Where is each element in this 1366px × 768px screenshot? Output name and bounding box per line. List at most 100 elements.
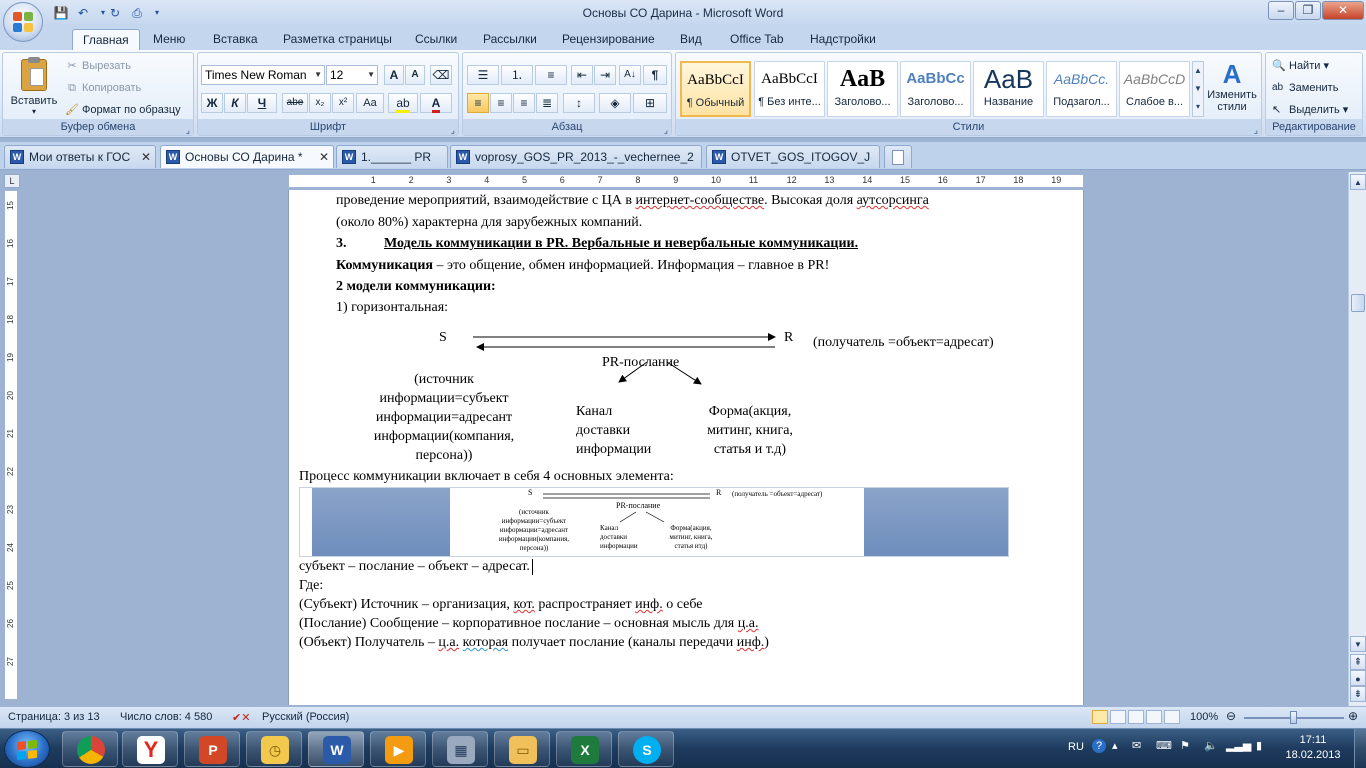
style-normal[interactable]: AaBbCcI ¶ Обычный bbox=[680, 61, 751, 117]
tab-page-layout[interactable]: Разметка страницы bbox=[273, 29, 402, 50]
dialog-launcher-icon[interactable]: ⌟ bbox=[1254, 122, 1258, 138]
style-heading-1[interactable]: AaB Заголово... bbox=[827, 61, 898, 117]
outline-view-icon[interactable] bbox=[1146, 710, 1162, 724]
copy-button[interactable]: ⧉ Копировать bbox=[65, 81, 141, 95]
font-color-button[interactable]: A bbox=[420, 93, 452, 113]
close-icon[interactable]: ✕ bbox=[141, 146, 151, 168]
taskbar-calculator[interactable]: ▦ bbox=[432, 731, 488, 767]
grow-font-button[interactable]: A bbox=[384, 65, 404, 85]
start-button[interactable] bbox=[4, 730, 50, 768]
taskbar-word[interactable]: W bbox=[308, 731, 364, 767]
shading-icon[interactable]: ◈ bbox=[599, 93, 631, 113]
strikethrough-button[interactable]: abe bbox=[282, 93, 308, 113]
subscript-button[interactable]: x₂ bbox=[309, 93, 331, 113]
close-icon[interactable]: ✕ bbox=[319, 146, 329, 168]
tab-home[interactable]: Главная bbox=[72, 29, 140, 50]
doc-tab[interactable]: Wvoprosy_GOS_PR_2013_-_vechernee_2 bbox=[450, 145, 702, 168]
network-signal-icon[interactable]: ▂▃▅ bbox=[1226, 739, 1251, 752]
vertical-scrollbar[interactable]: ▲ ▼ ⇞ ● ⇟ bbox=[1348, 172, 1366, 706]
dialog-launcher-icon[interactable]: ⌟ bbox=[186, 122, 190, 138]
taskbar-explorer[interactable]: ▭ bbox=[494, 731, 550, 767]
taskbar-outlook[interactable]: ◷ bbox=[246, 731, 302, 767]
italic-button[interactable]: К bbox=[224, 93, 246, 113]
taskbar-yandex[interactable]: Y bbox=[122, 731, 178, 767]
tab-view[interactable]: Вид bbox=[670, 29, 712, 50]
select-button[interactable]: ↖ Выделить ▾ bbox=[1272, 103, 1348, 117]
superscript-button[interactable]: x² bbox=[332, 93, 354, 113]
volume-icon[interactable]: 🔈 bbox=[1204, 739, 1218, 752]
bold-button[interactable]: Ж bbox=[201, 93, 223, 113]
zoom-in-icon[interactable]: ⊕ bbox=[1348, 709, 1358, 723]
mail-tray-icon[interactable]: ✉ bbox=[1132, 739, 1141, 752]
justify-icon[interactable]: ≣ bbox=[536, 93, 558, 113]
shrink-font-button[interactable]: A bbox=[405, 65, 425, 85]
find-button[interactable]: 🔍 Найти ▾ bbox=[1272, 59, 1329, 73]
styles-scroll[interactable]: ▲ ▼ ▾ bbox=[1192, 61, 1204, 117]
numbering-icon[interactable]: ⒈ bbox=[501, 65, 533, 85]
dialog-launcher-icon[interactable]: ⌟ bbox=[664, 122, 668, 138]
doc-tab[interactable]: W OTVET_GOS_ITOGOV_J bbox=[706, 145, 880, 168]
replace-button[interactable]: ab Заменить bbox=[1272, 81, 1338, 95]
style-no-spacing[interactable]: AaBbCcI ¶ Без инте... bbox=[754, 61, 825, 117]
system-clock[interactable]: 17:11 18.02.2013 bbox=[1284, 733, 1342, 763]
align-left-icon[interactable]: ≡ bbox=[467, 93, 489, 113]
taskbar-chrome[interactable] bbox=[62, 731, 118, 767]
line-spacing-icon[interactable]: ↕ bbox=[563, 93, 595, 113]
zoom-slider-thumb[interactable] bbox=[1290, 711, 1297, 724]
tab-mailings[interactable]: Рассылки bbox=[473, 29, 547, 50]
scroll-thumb[interactable] bbox=[1351, 294, 1365, 312]
increase-indent-icon[interactable]: ⇥ bbox=[594, 65, 616, 85]
tray-expand-icon[interactable]: ▴ bbox=[1112, 739, 1118, 752]
prev-page-icon[interactable]: ⇞ bbox=[1350, 654, 1366, 670]
format-painter-button[interactable]: 🖌 Формат по образцу bbox=[65, 103, 181, 117]
restore-button[interactable]: ❐ bbox=[1295, 1, 1321, 20]
vertical-ruler[interactable]: 15 16 17 18 19 20 21 22 23 24 25 26 27 bbox=[4, 190, 18, 700]
taskbar-excel[interactable]: X bbox=[556, 731, 612, 767]
style-heading-2[interactable]: AaBbCc Заголово... bbox=[900, 61, 971, 117]
tab-addins[interactable]: Надстройки bbox=[800, 29, 886, 50]
page-counter[interactable]: Страница: 3 из 13 bbox=[8, 711, 100, 723]
tab-insert[interactable]: Вставка bbox=[203, 29, 268, 50]
language-bar[interactable]: RU bbox=[1068, 741, 1084, 753]
scroll-up-icon[interactable]: ▲ bbox=[1350, 174, 1366, 190]
print-layout-view-icon[interactable] bbox=[1092, 710, 1108, 724]
style-subtitle[interactable]: AaBbCc. Подзагол... bbox=[1046, 61, 1117, 117]
web-layout-view-icon[interactable] bbox=[1128, 710, 1144, 724]
underline-button[interactable]: Ч bbox=[247, 93, 277, 113]
doc-tab[interactable]: W Мои ответы к ГОС ✕ bbox=[4, 145, 156, 168]
doc-tab[interactable]: W 1.______ PR bbox=[336, 145, 448, 168]
highlight-button[interactable]: ab bbox=[388, 93, 418, 113]
language-indicator[interactable]: Русский (Россия) bbox=[262, 711, 349, 723]
office-button[interactable] bbox=[3, 2, 43, 42]
browse-object-icon[interactable]: ● bbox=[1350, 670, 1366, 686]
sort-icon[interactable]: A↓ bbox=[619, 65, 641, 85]
borders-icon[interactable]: ⊞ bbox=[633, 93, 667, 113]
paste-button[interactable]: Вставить ▾ bbox=[9, 57, 59, 119]
next-page-icon[interactable]: ⇟ bbox=[1350, 686, 1366, 702]
doc-tab-active[interactable]: W Основы СО Дарина * ✕ bbox=[160, 145, 334, 168]
bullets-icon[interactable]: ☰ bbox=[467, 65, 499, 85]
cut-button[interactable]: ✂ Вырезать bbox=[65, 59, 131, 73]
align-right-icon[interactable]: ≡ bbox=[513, 93, 535, 113]
change-styles-button[interactable]: A Изменить стили bbox=[1204, 59, 1260, 113]
scroll-down-icon[interactable]: ▼ bbox=[1350, 636, 1366, 652]
align-center-icon[interactable]: ≡ bbox=[490, 93, 512, 113]
zoom-level[interactable]: 100% bbox=[1190, 711, 1218, 723]
zoom-out-icon[interactable]: ⊖ bbox=[1226, 709, 1236, 723]
decrease-indent-icon[interactable]: ⇤ bbox=[571, 65, 593, 85]
taskbar-media-player[interactable]: ▶ bbox=[370, 731, 426, 767]
taskbar-skype[interactable]: S bbox=[618, 731, 674, 767]
tab-selector-button[interactable]: L bbox=[4, 174, 20, 188]
tab-references[interactable]: Ссылки bbox=[405, 29, 467, 50]
dialog-launcher-icon[interactable]: ⌟ bbox=[451, 122, 455, 138]
tab-office-tab[interactable]: Office Tab bbox=[720, 29, 794, 50]
clear-format-icon[interactable]: ⌫ bbox=[430, 65, 452, 85]
horizontal-ruler[interactable]: 1 2 3 4 5 6 7 8 9 10 11 12 13 14 15 16 17 18 19 bbox=[288, 174, 1084, 188]
close-button[interactable]: ✕ bbox=[1322, 1, 1364, 20]
battery-icon[interactable]: ▮ bbox=[1256, 739, 1262, 752]
multilevel-list-icon[interactable]: ≡ bbox=[535, 65, 567, 85]
style-subtle-emphasis[interactable]: AaBbCcD Слабое в... bbox=[1119, 61, 1190, 117]
tab-menu[interactable]: Меню bbox=[143, 29, 195, 50]
flag-tray-icon[interactable]: ⚑ bbox=[1180, 739, 1190, 752]
style-title[interactable]: AaB Название bbox=[973, 61, 1044, 117]
